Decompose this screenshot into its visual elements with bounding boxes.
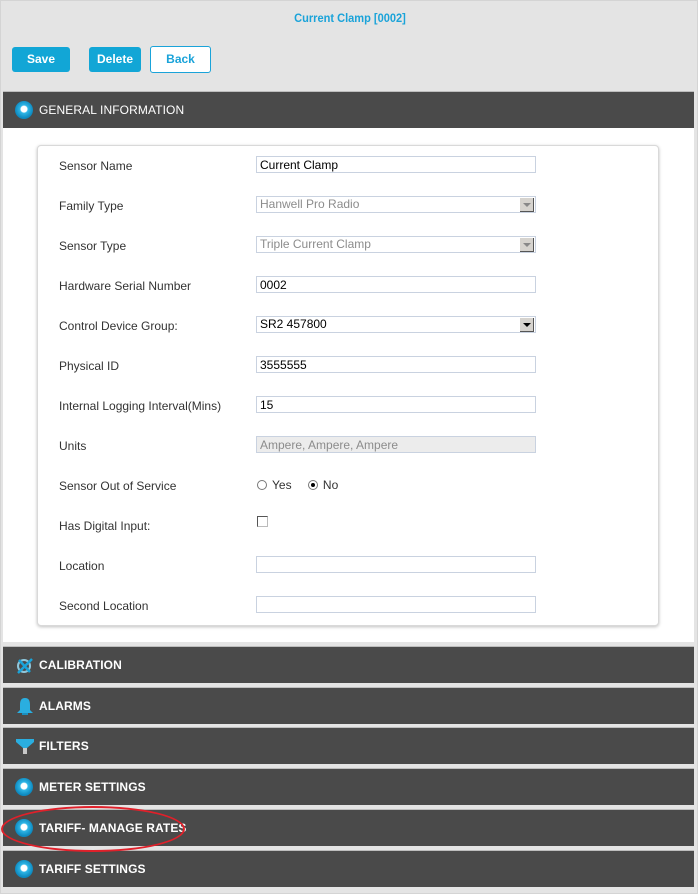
units-input (256, 436, 536, 453)
location-label: Location (59, 559, 105, 573)
second-location-row: Second Location (38, 596, 658, 616)
section-label: TARIFF SETTINGS (39, 862, 146, 876)
bullet-icon (15, 778, 33, 796)
section-label: METER SETTINGS (39, 780, 146, 794)
family-type-label: Family Type (59, 199, 124, 213)
general-information-form: Sensor Name Family Type Hanwell Pro Radi… (37, 145, 659, 626)
logging-interval-row: Internal Logging Interval(Mins) (38, 396, 658, 416)
hardware-serial-input[interactable] (256, 276, 536, 293)
digital-input-row: Has Digital Input: (38, 516, 658, 536)
section-filters[interactable]: FILTERS (3, 727, 694, 764)
out-of-service-row: Sensor Out of Service Yes No (38, 476, 658, 496)
sensor-type-value: Triple Current Clamp (260, 237, 371, 251)
section-alarms[interactable]: ALARMS (3, 687, 694, 724)
second-location-input[interactable] (256, 596, 536, 613)
family-type-value: Hanwell Pro Radio (260, 197, 360, 211)
bullet-icon (15, 860, 33, 878)
bell-icon (15, 697, 33, 715)
out-of-service-no-label[interactable]: No (323, 478, 338, 492)
section-label: FILTERS (39, 739, 89, 753)
sensor-name-row: Sensor Name (38, 156, 658, 176)
section-label: ALARMS (39, 699, 91, 713)
logging-interval-input[interactable] (256, 396, 536, 413)
location-row: Location (38, 556, 658, 576)
units-label: Units (59, 439, 87, 453)
digital-input-checkbox[interactable] (257, 516, 268, 527)
general-information-panel: Sensor Name Family Type Hanwell Pro Radi… (3, 128, 694, 642)
out-of-service-no-radio[interactable] (307, 480, 318, 490)
chevron-down-icon (520, 238, 534, 252)
hardware-serial-label: Hardware Serial Number (59, 279, 192, 293)
control-device-group-value: SR2 457800 (260, 317, 327, 331)
bullet-icon (15, 819, 33, 837)
location-input[interactable] (256, 556, 536, 573)
bullet-icon (15, 101, 33, 119)
delete-button[interactable]: Delete (89, 47, 141, 72)
control-device-group-label: Control Device Group: (59, 319, 178, 333)
physical-id-input[interactable] (256, 356, 536, 373)
save-button[interactable]: Save (12, 47, 70, 72)
section-label: CALIBRATION (39, 658, 122, 672)
sensor-type-select[interactable]: Triple Current Clamp (256, 236, 536, 253)
calibration-icon (15, 656, 33, 674)
section-label: TARIFF- MANAGE RATES (39, 821, 187, 835)
back-button[interactable]: Back (150, 46, 211, 73)
chevron-down-icon (520, 318, 534, 332)
control-device-group-row: Control Device Group: SR2 457800 (38, 316, 658, 336)
section-tariff-settings[interactable]: TARIFF SETTINGS (3, 850, 694, 887)
out-of-service-yes-radio[interactable] (257, 480, 267, 490)
physical-id-label: Physical ID (59, 359, 120, 373)
units-row: Units (38, 436, 658, 456)
section-tariff-manage-rates[interactable]: TARIFF- MANAGE RATES (3, 809, 694, 846)
section-label: GENERAL INFORMATION (39, 103, 185, 117)
family-type-select[interactable]: Hanwell Pro Radio (256, 196, 536, 213)
section-general-information[interactable]: GENERAL INFORMATION (3, 91, 694, 128)
family-type-row: Family Type Hanwell Pro Radio (38, 196, 658, 216)
out-of-service-radio-group: Yes No (257, 478, 351, 492)
physical-id-row: Physical ID (38, 356, 658, 376)
page-title: Current Clamp [0002] (294, 11, 406, 25)
hardware-serial-row: Hardware Serial Number (38, 276, 658, 296)
section-meter-settings[interactable]: METER SETTINGS (3, 768, 694, 805)
sensor-name-input[interactable] (256, 156, 536, 173)
sensor-name-label: Sensor Name (59, 159, 133, 173)
section-calibration[interactable]: CALIBRATION (3, 646, 694, 683)
second-location-label: Second Location (59, 599, 149, 613)
out-of-service-yes-label[interactable]: Yes (272, 478, 292, 492)
chevron-down-icon (520, 198, 534, 212)
control-device-group-select[interactable]: SR2 457800 (256, 316, 536, 333)
filter-icon (15, 737, 34, 755)
sensor-type-label: Sensor Type (59, 239, 127, 253)
out-of-service-label: Sensor Out of Service (59, 479, 177, 493)
sensor-type-row: Sensor Type Triple Current Clamp (38, 236, 658, 256)
digital-input-label: Has Digital Input: (59, 519, 151, 533)
logging-interval-label: Internal Logging Interval(Mins) (59, 399, 222, 413)
